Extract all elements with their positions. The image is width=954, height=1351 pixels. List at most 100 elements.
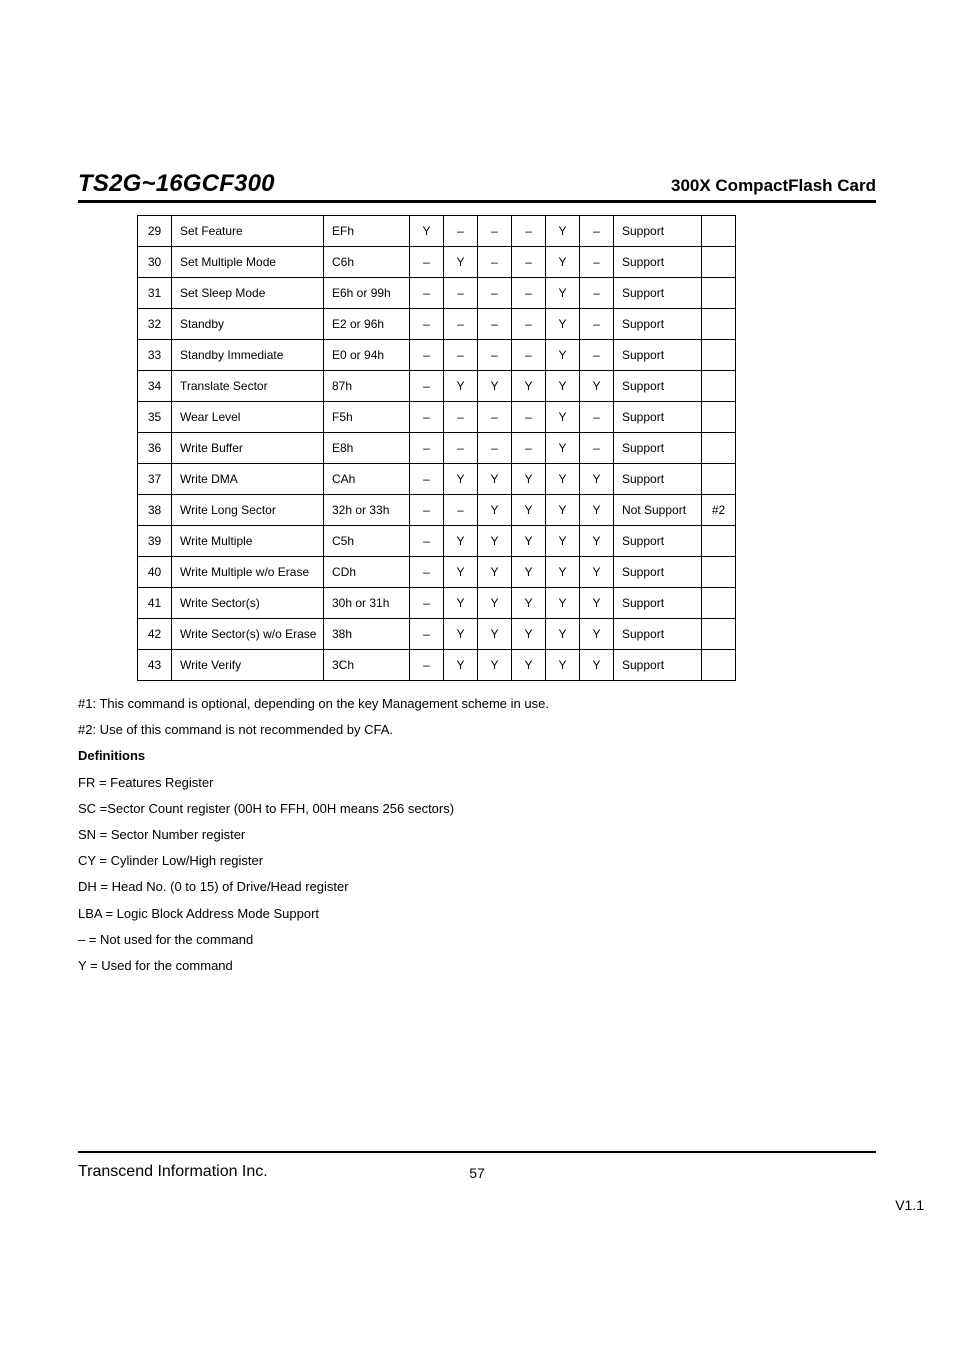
cell-fr: – [410, 464, 444, 495]
table-row: 37Write DMACAh–YYYYYSupport [138, 464, 736, 495]
table-row: 40Write Multiple w/o EraseCDh–YYYYYSuppo… [138, 557, 736, 588]
footer-version: V1.1 [895, 1197, 924, 1213]
cell-name: Set Sleep Mode [172, 278, 324, 309]
cell-name: Write Multiple w/o Erase [172, 557, 324, 588]
cell-num: 39 [138, 526, 172, 557]
cell-num: 37 [138, 464, 172, 495]
cell-sn: Y [478, 526, 512, 557]
cell-sc: Y [444, 464, 478, 495]
table-row: 36Write BufferE8h––––Y–Support [138, 433, 736, 464]
cell-name: Write Buffer [172, 433, 324, 464]
cell-name: Set Multiple Mode [172, 247, 324, 278]
cell-sn: – [478, 340, 512, 371]
table-row: 43Write Verify3Ch–YYYYYSupport [138, 650, 736, 681]
cell-name: Write Multiple [172, 526, 324, 557]
definition-line: – = Not used for the command [78, 931, 876, 949]
cell-note [702, 619, 736, 650]
cell-support: Support [614, 526, 702, 557]
cell-code: E8h [324, 433, 410, 464]
cell-cy: Y [512, 588, 546, 619]
cell-fr: Y [410, 216, 444, 247]
cell-support: Not Support [614, 495, 702, 526]
cell-dh: Y [546, 371, 580, 402]
cell-cy: Y [512, 619, 546, 650]
cell-fr: – [410, 588, 444, 619]
cell-num: 43 [138, 650, 172, 681]
table-row: 29Set FeatureEFhY–––Y–Support [138, 216, 736, 247]
cell-fr: – [410, 433, 444, 464]
cell-fr: – [410, 557, 444, 588]
cell-lba: – [580, 309, 614, 340]
cell-dh: Y [546, 309, 580, 340]
cell-support: Support [614, 278, 702, 309]
cell-dh: Y [546, 619, 580, 650]
cell-note [702, 464, 736, 495]
cell-dh: Y [546, 526, 580, 557]
cell-lba: Y [580, 371, 614, 402]
cell-dh: Y [546, 495, 580, 526]
cell-lba: – [580, 216, 614, 247]
cell-support: Support [614, 433, 702, 464]
cell-sc: Y [444, 557, 478, 588]
cell-num: 31 [138, 278, 172, 309]
cell-cy: – [512, 216, 546, 247]
cell-code: C5h [324, 526, 410, 557]
note-1: #1: This command is optional, depending … [78, 695, 876, 713]
cell-support: Support [614, 464, 702, 495]
cell-sn: – [478, 278, 512, 309]
cell-num: 41 [138, 588, 172, 619]
definition-line: LBA = Logic Block Address Mode Support [78, 905, 876, 923]
cell-support: Support [614, 309, 702, 340]
cell-code: 32h or 33h [324, 495, 410, 526]
cell-num: 33 [138, 340, 172, 371]
cell-lba: Y [580, 557, 614, 588]
cell-name: Standby [172, 309, 324, 340]
cell-fr: – [410, 619, 444, 650]
table-row: 34Translate Sector87h–YYYYYSupport [138, 371, 736, 402]
cell-num: 36 [138, 433, 172, 464]
cell-lba: – [580, 402, 614, 433]
page: TS2G~16GCF300 300X CompactFlash Card 29S… [0, 0, 954, 1351]
cell-sc: – [444, 309, 478, 340]
table-row: 35Wear LevelF5h––––Y–Support [138, 402, 736, 433]
cell-sn: – [478, 402, 512, 433]
cell-sc: Y [444, 588, 478, 619]
cell-support: Support [614, 340, 702, 371]
cell-sn: Y [478, 588, 512, 619]
definition-line: DH = Head No. (0 to 15) of Drive/Head re… [78, 878, 876, 896]
cell-cy: – [512, 247, 546, 278]
cell-cy: – [512, 278, 546, 309]
cell-note [702, 371, 736, 402]
definition-line: SC =Sector Count register (00H to FFH, 0… [78, 800, 876, 818]
cell-support: Support [614, 588, 702, 619]
cell-sn: – [478, 216, 512, 247]
notes-section: #1: This command is optional, depending … [78, 695, 876, 975]
cell-sn: Y [478, 619, 512, 650]
cell-lba: – [580, 278, 614, 309]
cell-dh: Y [546, 340, 580, 371]
cell-lba: Y [580, 588, 614, 619]
cell-sc: Y [444, 650, 478, 681]
cell-sn: – [478, 309, 512, 340]
cell-name: Write DMA [172, 464, 324, 495]
cell-dh: Y [546, 278, 580, 309]
cell-fr: – [410, 278, 444, 309]
cell-sn: – [478, 247, 512, 278]
cell-name: Translate Sector [172, 371, 324, 402]
footer-rule [78, 1151, 876, 1153]
cell-sc: – [444, 402, 478, 433]
cell-lba: Y [580, 526, 614, 557]
cell-sn: – [478, 433, 512, 464]
cell-note [702, 278, 736, 309]
definition-line: SN = Sector Number register [78, 826, 876, 844]
table-row: 41Write Sector(s)30h or 31h–YYYYYSupport [138, 588, 736, 619]
cell-sn: Y [478, 464, 512, 495]
product-name: 300X CompactFlash Card [671, 176, 876, 196]
cell-code: E6h or 99h [324, 278, 410, 309]
cell-code: E2 or 96h [324, 309, 410, 340]
cell-code: 3Ch [324, 650, 410, 681]
cell-sc: – [444, 216, 478, 247]
cell-dh: Y [546, 588, 580, 619]
cell-note [702, 340, 736, 371]
cell-sn: Y [478, 371, 512, 402]
